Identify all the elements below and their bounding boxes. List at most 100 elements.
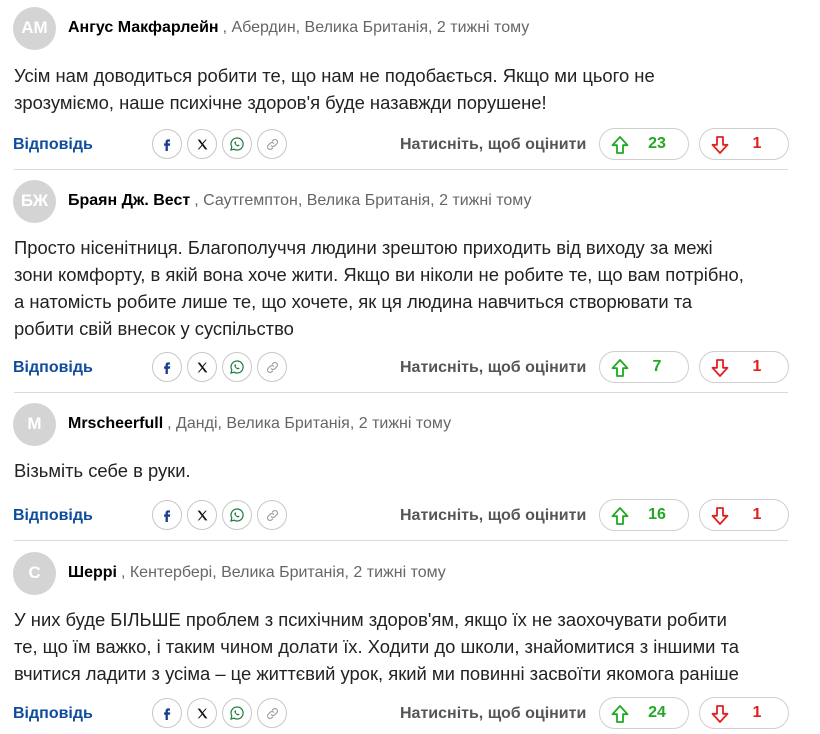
comment-text: Просто нісенітниця. Благополуччя людини … <box>14 234 794 342</box>
comment-actions: Відповідь <box>0 128 820 161</box>
facebook-icon <box>164 139 171 151</box>
rate-prompt: Натисніть, щоб оцінити <box>400 136 587 153</box>
author-name[interactable]: Браян Дж. Вест <box>68 192 190 210</box>
comment-header: С Шеррі , Кентербері, Велика Британія, 2… <box>13 551 446 595</box>
whatsapp-icon <box>230 508 244 522</box>
facebook-icon <box>164 708 171 720</box>
downvote-button[interactable]: 1 <box>699 697 789 729</box>
facebook-share-button[interactable] <box>152 500 182 530</box>
avatar[interactable]: AM <box>13 6 56 50</box>
avatar[interactable]: С <box>13 551 56 595</box>
author-location-time: , Саутгемптон, Велика Британія, 2 тижні … <box>194 192 532 209</box>
author-location-time: , Кентербері, Велика Британія, 2 тижні т… <box>120 564 446 581</box>
upvote-count: 16 <box>648 506 666 523</box>
upvote-count: 7 <box>652 358 662 375</box>
reply-link[interactable]: Відповідь <box>13 359 93 377</box>
comment-text: У них буде БІЛЬШЕ проблем з психічним зд… <box>14 606 794 687</box>
comment-text-line: зрозуміємо, наше психічне здоров'я буде … <box>14 92 547 113</box>
author-name[interactable]: Mrscheerfull <box>68 415 163 433</box>
author-name[interactable]: Шеррі <box>68 564 117 582</box>
downvote-button[interactable]: 1 <box>699 499 789 531</box>
copy-link-button[interactable] <box>257 352 287 382</box>
comment-text-line: робити свій внесок у суспільство <box>14 318 294 339</box>
x-share-button[interactable] <box>187 129 217 159</box>
comment-text-line: вчитися ладити з усіма – це життєвий уро… <box>14 663 739 684</box>
whatsapp-share-button[interactable] <box>222 698 252 728</box>
upvote-button[interactable]: 7 <box>599 351 689 383</box>
link-icon <box>266 509 278 521</box>
x-icon <box>197 139 207 149</box>
comment-text-line: Усім нам доводиться робити те, що нам не… <box>14 65 655 86</box>
thumb-arrow-up-icon <box>611 136 629 154</box>
copy-link-button[interactable] <box>257 698 287 728</box>
upvote-button[interactable]: 23 <box>599 128 689 160</box>
facebook-share-button[interactable] <box>152 698 182 728</box>
reply-link[interactable]: Відповідь <box>13 136 93 154</box>
whatsapp-icon <box>230 137 244 151</box>
x-share-button[interactable] <box>187 352 217 382</box>
comment-header: БЖ Браян Дж. Вест , Саутгемптон, Велика … <box>13 179 532 223</box>
avatar[interactable]: M <box>13 402 56 446</box>
link-icon <box>266 707 278 719</box>
rate-prompt: Натисніть, щоб оцінити <box>400 507 587 524</box>
comment-actions: Відповідь <box>0 351 820 384</box>
downvote-count: 1 <box>752 704 762 721</box>
downvote-button[interactable]: 1 <box>699 351 789 383</box>
thumb-arrow-down-icon <box>711 507 729 525</box>
avatar[interactable]: БЖ <box>13 179 56 223</box>
x-share-button[interactable] <box>187 698 217 728</box>
whatsapp-icon <box>230 360 244 374</box>
comment-header: M Mrscheerfull , Данді, Велика Британія,… <box>13 402 452 446</box>
author-name[interactable]: Ангус Макфарлейн <box>68 19 219 37</box>
whatsapp-icon <box>230 706 244 720</box>
whatsapp-share-button[interactable] <box>222 352 252 382</box>
comment-divider <box>14 392 788 393</box>
link-icon <box>266 138 278 150</box>
comment-divider <box>14 169 788 170</box>
comment-header: AM Ангус Макфарлейн , Абердин, Велика Бр… <box>13 6 530 50</box>
thumb-arrow-up-icon <box>611 359 629 377</box>
author-location-time: , Данді, Велика Британія, 2 тижні тому <box>167 415 452 432</box>
copy-link-button[interactable] <box>257 500 287 530</box>
reply-link[interactable]: Відповідь <box>13 507 93 525</box>
reply-link[interactable]: Відповідь <box>13 705 93 723</box>
comment-text: Візьміть себе в руки. <box>14 457 794 484</box>
comment-text-line: а натомість робите лише те, що хочете, я… <box>14 291 693 312</box>
x-icon <box>197 362 207 372</box>
upvote-button[interactable]: 16 <box>599 499 689 531</box>
link-icon <box>266 361 278 373</box>
comment-text-line: зони комфорту, в якій вона хоче жити. Як… <box>14 264 744 285</box>
downvote-button[interactable]: 1 <box>699 128 789 160</box>
comment-actions: Відповідь <box>0 499 820 532</box>
upvote-count: 23 <box>648 135 666 152</box>
comment-divider <box>14 540 788 541</box>
downvote-count: 1 <box>752 135 762 152</box>
upvote-button[interactable]: 24 <box>599 697 689 729</box>
x-icon <box>197 510 207 520</box>
x-icon <box>197 708 207 718</box>
comment-actions: Відповідь <box>0 697 820 730</box>
comment-text-line: У них буде БІЛЬШЕ проблем з психічним зд… <box>14 609 727 630</box>
downvote-count: 1 <box>752 506 762 523</box>
upvote-count: 24 <box>648 704 666 721</box>
facebook-share-button[interactable] <box>152 352 182 382</box>
facebook-share-button[interactable] <box>152 129 182 159</box>
rate-prompt: Натисніть, щоб оцінити <box>400 705 587 722</box>
x-share-button[interactable] <box>187 500 217 530</box>
thumb-arrow-up-icon <box>611 705 629 723</box>
facebook-icon <box>164 362 171 374</box>
thumb-arrow-down-icon <box>711 359 729 377</box>
comment-text-line: те, що їм важко, і таким чином долати їх… <box>14 636 740 657</box>
facebook-icon <box>164 510 171 522</box>
copy-link-button[interactable] <box>257 129 287 159</box>
whatsapp-share-button[interactable] <box>222 500 252 530</box>
comment-text: Усім нам доводиться робити те, що нам не… <box>14 62 794 116</box>
downvote-count: 1 <box>752 358 762 375</box>
thumb-arrow-down-icon <box>711 136 729 154</box>
thumb-arrow-up-icon <box>611 507 629 525</box>
whatsapp-share-button[interactable] <box>222 129 252 159</box>
thumb-arrow-down-icon <box>711 705 729 723</box>
comment-text-line: Просто нісенітниця. Благополуччя людини … <box>14 237 713 258</box>
rate-prompt: Натисніть, щоб оцінити <box>400 359 587 376</box>
author-location-time: , Абердин, Велика Британія, 2 тижні тому <box>222 19 530 36</box>
